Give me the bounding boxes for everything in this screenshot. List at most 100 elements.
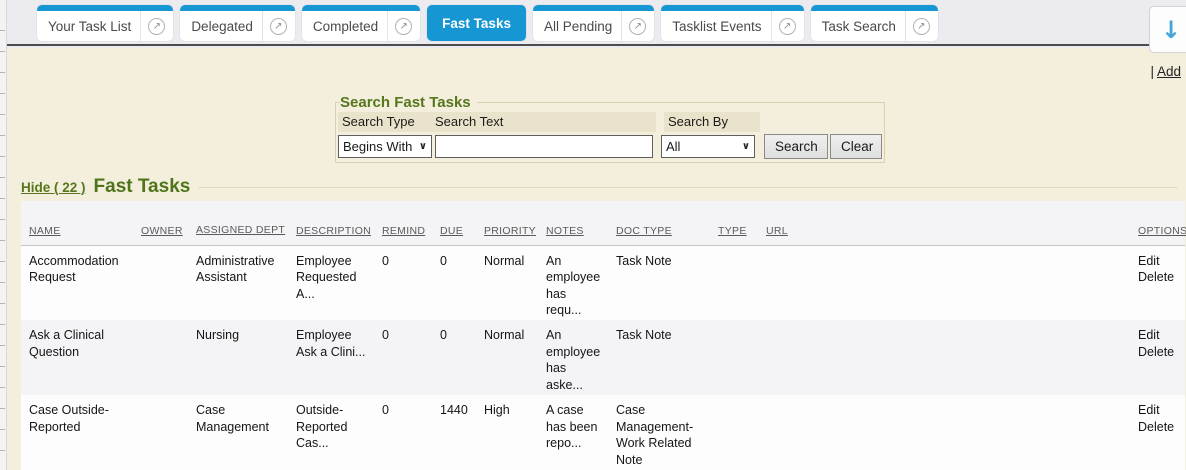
tab-completed[interactable]: Completed ↗ xyxy=(302,5,420,41)
col-header-name[interactable]: NAME xyxy=(29,225,61,237)
separator-text: | xyxy=(1150,64,1154,79)
search-by-select[interactable]: All ∨ xyxy=(661,135,755,158)
popout-arrow-icon[interactable]: ↗ xyxy=(913,18,930,35)
scroll-tabs-button[interactable]: ↓ xyxy=(1149,6,1186,53)
search-text-input[interactable] xyxy=(435,135,653,158)
tasklist-page: Your Task List ↗ Delegated ↗ Completed xyxy=(0,0,1186,470)
list-title: Fast Tasks xyxy=(94,176,191,198)
tab-your-task-list[interactable]: Your Task List ↗ xyxy=(37,5,173,41)
tab-label: Tasklist Events xyxy=(672,19,770,34)
cell-doc-type: Case Management-Work Related Note xyxy=(608,395,710,470)
col-header-remind[interactable]: REMIND xyxy=(382,225,425,237)
tab-separator xyxy=(771,11,772,41)
col-header-description[interactable]: DESCRIPTION xyxy=(296,225,371,237)
search-panel: Search Fast Tasks Search Type Search Tex… xyxy=(335,94,885,163)
col-header-assigned-dept[interactable]: ASSIGNED DEPT xyxy=(196,224,285,236)
add-link[interactable]: Add xyxy=(1157,64,1181,79)
delete-link[interactable]: Delete xyxy=(1138,269,1181,286)
cell-due: 0 xyxy=(432,245,476,320)
cell-type xyxy=(710,320,758,395)
tab-task-search[interactable]: Task Search ↗ xyxy=(811,5,938,41)
cell-assigned-dept: Administrative Assistant xyxy=(188,245,288,320)
cell-priority: Normal xyxy=(476,320,538,395)
search-by-label: Search By xyxy=(668,114,728,129)
cell-name: Accommodation Request xyxy=(21,245,133,320)
cell-description: Employee Ask a Clini... xyxy=(288,320,374,395)
table-row: Ask a Clinical Question Nursing Employee… xyxy=(21,320,1185,395)
tab-label: Fast Tasks xyxy=(442,16,511,31)
delete-link[interactable]: Delete xyxy=(1138,419,1181,436)
add-row: | Add xyxy=(1150,64,1181,79)
popout-arrow-icon[interactable]: ↗ xyxy=(270,18,287,35)
cell-options: Edit Delete xyxy=(1130,395,1185,470)
edit-link[interactable]: Edit xyxy=(1138,402,1181,419)
cell-name: Ask a Clinical Question xyxy=(21,320,133,395)
col-header-due[interactable]: DUE xyxy=(440,225,463,237)
col-header-options[interactable]: OPTIONS xyxy=(1138,225,1186,237)
col-header-priority[interactable]: PRIORITY xyxy=(484,225,536,237)
popout-arrow-icon[interactable]: ↗ xyxy=(779,18,796,35)
cell-due: 1440 xyxy=(432,395,476,470)
popout-arrow-icon[interactable]: ↗ xyxy=(148,18,165,35)
search-type-select[interactable]: Begins With ∨ xyxy=(338,135,432,158)
chevron-down-icon: ∨ xyxy=(419,141,427,152)
cell-description: Employee Requested A... xyxy=(288,245,374,320)
cell-remind: 0 xyxy=(374,395,432,470)
tab-delegated[interactable]: Delegated ↗ xyxy=(180,5,295,41)
cell-assigned-dept: Case Management xyxy=(188,395,288,470)
heading-rule xyxy=(198,187,1178,188)
tab-strip: Your Task List ↗ Delegated ↗ Completed xyxy=(0,0,1186,41)
cell-doc-type: Task Note xyxy=(608,320,710,395)
tab-separator xyxy=(621,11,622,41)
cell-priority: Normal xyxy=(476,245,538,320)
hide-count-link[interactable]: Hide ( 22 ) xyxy=(21,180,86,195)
search-controls-row: Begins With ∨ All ∨ Search Clear xyxy=(338,134,882,159)
left-ruler-strip xyxy=(0,0,7,470)
table-row: Case Outside-Reported Case Management Ou… xyxy=(21,395,1185,470)
table-row: Accommodation Request Administrative Ass… xyxy=(21,245,1185,320)
cell-description: Outside-Reported Cas... xyxy=(288,395,374,470)
fast-tasks-table-container: NAME OWNER ASSIGNED DEPT DESCRIPTION REM… xyxy=(21,201,1186,470)
edit-link[interactable]: Edit xyxy=(1138,253,1181,270)
tab-separator xyxy=(140,11,141,41)
cell-type xyxy=(710,395,758,470)
cell-options: Edit Delete xyxy=(1130,320,1185,395)
cell-url xyxy=(758,395,1130,470)
cell-notes: An employee has aske... xyxy=(538,320,608,395)
search-button[interactable]: Search xyxy=(764,134,828,159)
cell-owner xyxy=(133,395,188,470)
cell-remind: 0 xyxy=(374,320,432,395)
main-content: | Add Search Fast Tasks Search Type Sear… xyxy=(7,48,1186,470)
search-type-label: Search Type xyxy=(338,114,435,129)
tab-tasklist-events[interactable]: Tasklist Events ↗ xyxy=(661,5,803,41)
tab-separator xyxy=(905,11,906,41)
cell-type xyxy=(710,245,758,320)
edit-link[interactable]: Edit xyxy=(1138,327,1181,344)
tab-label: Delegated xyxy=(191,19,262,34)
chevron-down-icon: ∨ xyxy=(742,141,750,152)
search-labels-row: Search Type Search Text Search By xyxy=(338,112,882,132)
cell-url xyxy=(758,320,1130,395)
col-header-notes[interactable]: NOTES xyxy=(546,225,584,237)
delete-link[interactable]: Delete xyxy=(1138,344,1181,361)
tab-all-pending[interactable]: All Pending ↗ xyxy=(533,5,654,41)
search-panel-title: Search Fast Tasks xyxy=(340,94,477,111)
col-header-owner[interactable]: OWNER xyxy=(141,225,183,237)
cell-remind: 0 xyxy=(374,245,432,320)
cell-owner xyxy=(133,245,188,320)
col-header-doc-type[interactable]: DOC TYPE xyxy=(616,225,672,237)
tab-fast-tasks-active[interactable]: Fast Tasks xyxy=(427,5,526,41)
clear-button[interactable]: Clear xyxy=(830,134,882,159)
down-arrow-icon: ↓ xyxy=(1161,16,1181,44)
popout-arrow-icon[interactable]: ↗ xyxy=(395,18,412,35)
cell-name: Case Outside-Reported xyxy=(21,395,133,470)
col-header-url[interactable]: URL xyxy=(766,225,788,237)
tab-label: Your Task List xyxy=(48,19,140,34)
popout-arrow-icon[interactable]: ↗ xyxy=(629,18,646,35)
col-header-type[interactable]: TYPE xyxy=(718,225,747,237)
tab-label: Task Search xyxy=(822,19,905,34)
search-text-label: Search Text xyxy=(435,114,503,129)
search-type-value: Begins With xyxy=(343,139,412,154)
search-by-value: All xyxy=(666,139,680,154)
cell-priority: High xyxy=(476,395,538,470)
